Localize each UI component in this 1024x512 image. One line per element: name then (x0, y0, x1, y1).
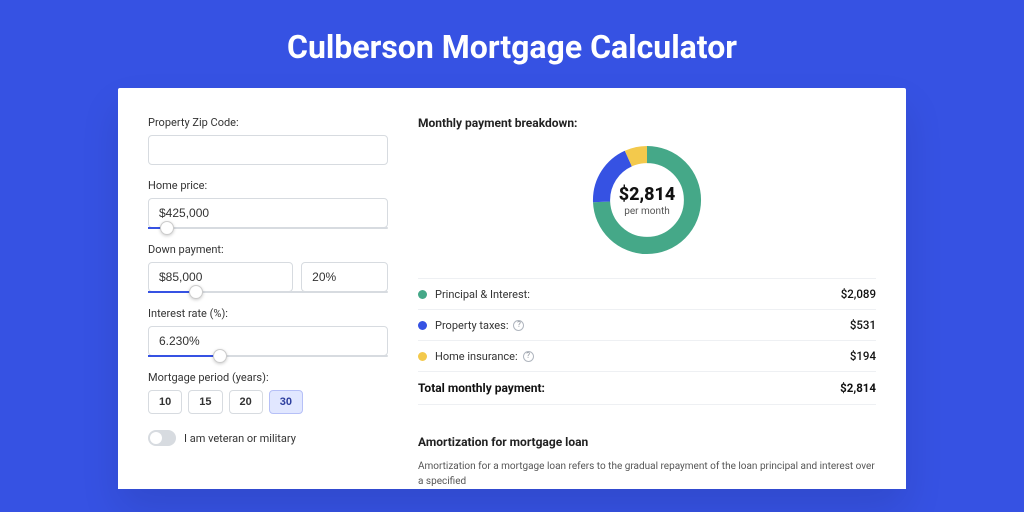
slider-thumb-icon[interactable] (160, 221, 174, 235)
legend-label: Home insurance: ? (435, 350, 850, 363)
page-title: Culberson Mortgage Calculator (0, 0, 1024, 88)
field-zip: Property Zip Code: (148, 116, 388, 165)
home-price-input[interactable] (148, 198, 388, 228)
period-option-10[interactable]: 10 (148, 390, 182, 414)
interest-rate-input[interactable] (148, 326, 388, 356)
field-down-payment: Down payment: (148, 243, 388, 293)
period-option-20[interactable]: 20 (229, 390, 263, 414)
legend-dot-icon (418, 290, 427, 299)
amortization-title: Amortization for mortgage loan (418, 435, 876, 449)
zip-label: Property Zip Code: (148, 116, 388, 129)
legend-label: Principal & Interest: (435, 288, 841, 301)
down-payment-amount-input[interactable] (148, 262, 293, 292)
total-row: Total monthly payment: $2,814 (418, 371, 876, 405)
amortization-body: Amortization for a mortgage loan refers … (418, 459, 876, 489)
field-mortgage-period: Mortgage period (years): 10 15 20 30 (148, 371, 388, 414)
home-price-slider[interactable] (148, 227, 388, 229)
field-interest-rate: Interest rate (%): (148, 307, 388, 357)
legend-row-taxes: Property taxes: ? $531 (418, 309, 876, 340)
legend-dot-icon (418, 321, 427, 330)
legend-label: Property taxes: ? (435, 319, 850, 332)
total-value: $2,814 (840, 381, 876, 395)
period-option-30[interactable]: 30 (269, 390, 303, 414)
amortization-section: Amortization for mortgage loan Amortizat… (418, 423, 876, 489)
breakdown-column: Monthly payment breakdown: $2,814 per mo… (418, 116, 876, 489)
donut-chart: $2,814 per month (587, 140, 707, 260)
interest-rate-label: Interest rate (%): (148, 307, 388, 320)
interest-rate-slider[interactable] (148, 355, 388, 357)
period-options: 10 15 20 30 (148, 390, 388, 414)
mortgage-period-label: Mortgage period (years): (148, 371, 388, 384)
down-payment-slider[interactable] (148, 291, 388, 293)
down-payment-percent-input[interactable] (301, 262, 388, 292)
legend-row-principal: Principal & Interest: $2,089 (418, 278, 876, 309)
veteran-toggle[interactable] (148, 430, 176, 446)
donut-sublabel: per month (624, 206, 670, 217)
info-icon[interactable]: ? (513, 320, 524, 331)
legend-value: $531 (850, 318, 876, 332)
legend-value: $194 (850, 349, 876, 363)
period-option-15[interactable]: 15 (188, 390, 222, 414)
veteran-row: I am veteran or military (148, 430, 388, 446)
home-price-label: Home price: (148, 179, 388, 192)
veteran-label: I am veteran or military (184, 432, 296, 445)
breakdown-title: Monthly payment breakdown: (418, 116, 876, 130)
zip-input[interactable] (148, 135, 388, 165)
total-label: Total monthly payment: (418, 381, 840, 395)
field-home-price: Home price: (148, 179, 388, 229)
donut-amount: $2,814 (619, 184, 676, 205)
legend-dot-icon (418, 352, 427, 361)
info-icon[interactable]: ? (523, 351, 534, 362)
calculator-panel: Property Zip Code: Home price: Down paym… (118, 88, 906, 489)
slider-thumb-icon[interactable] (189, 285, 203, 299)
slider-thumb-icon[interactable] (213, 349, 227, 363)
inputs-column: Property Zip Code: Home price: Down paym… (148, 116, 388, 489)
down-payment-label: Down payment: (148, 243, 388, 256)
legend-row-insurance: Home insurance: ? $194 (418, 340, 876, 371)
legend-value: $2,089 (841, 287, 876, 301)
